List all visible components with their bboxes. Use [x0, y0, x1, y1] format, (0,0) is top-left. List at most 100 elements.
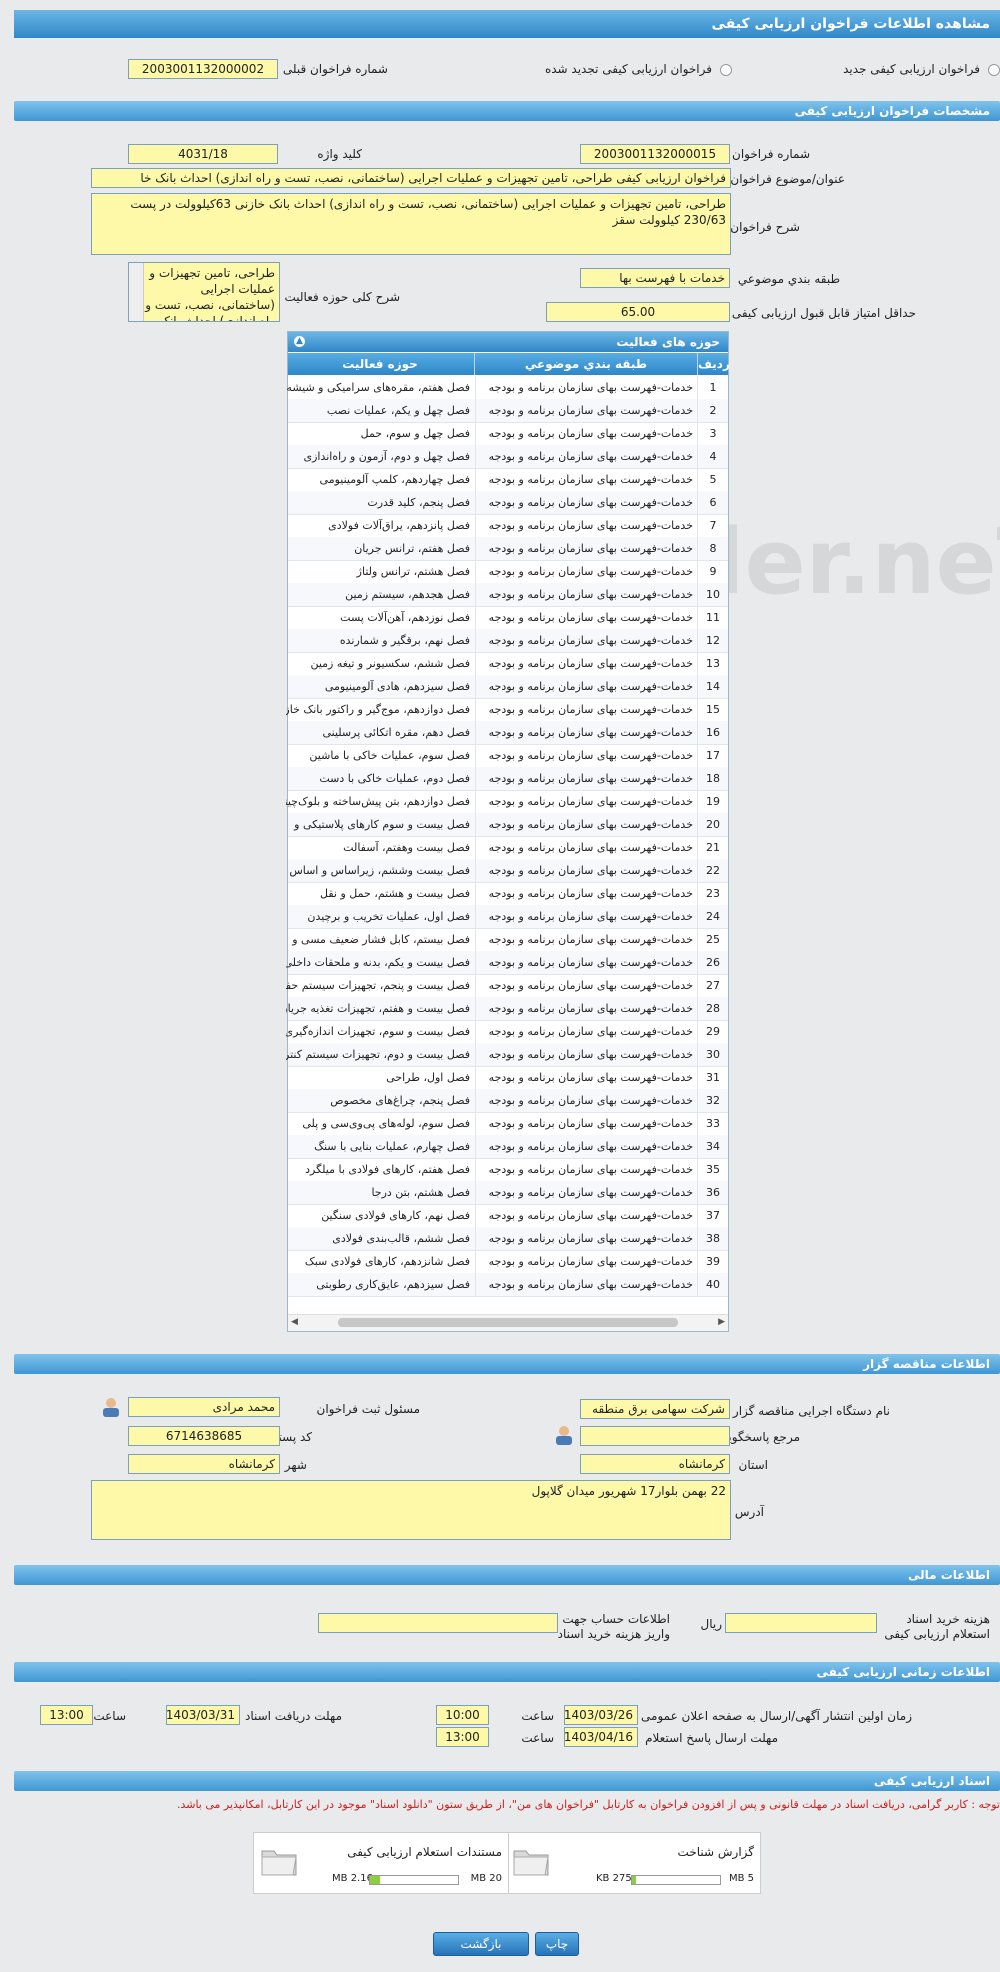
row-number: 21	[697, 836, 728, 859]
file-progress-2	[369, 1875, 459, 1885]
table-row[interactable]: 40 خدمات-فهرست بهای سازمان برنامه و بودجه…	[288, 1273, 728, 1297]
col-row[interactable]: رديف	[697, 353, 730, 375]
scroll-left-icon[interactable]: ◀	[291, 1317, 298, 1327]
table-row[interactable]: 23 خدمات-فهرست بهای سازمان برنامه و بودجه…	[288, 882, 728, 906]
table-row[interactable]: 10 خدمات-فهرست بهای سازمان برنامه و بودجه…	[288, 583, 728, 607]
table-row[interactable]: 34 خدمات-فهرست بهای سازمان برنامه و بودجه…	[288, 1135, 728, 1159]
table-row[interactable]: 19 خدمات-فهرست بهای سازمان برنامه و بودجه…	[286, 790, 728, 814]
row-activity: فصل نهم، کارهای فولادی سنگین	[321, 1209, 470, 1222]
scroll-right-icon[interactable]: ▶	[718, 1317, 725, 1327]
table-row[interactable]: 1 خدمات-فهرست بهای سازمان برنامه و بودجه ف…	[286, 376, 728, 400]
row-number: 30	[697, 1043, 728, 1066]
file-name-2[interactable]: مستندات استعلام ارزیابی کیفی	[347, 1845, 502, 1859]
row-number: 9	[697, 560, 728, 583]
table-row[interactable]: 38 خدمات-فهرست بهای سازمان برنامه و بودجه…	[288, 1227, 728, 1251]
print-button[interactable]: چاپ	[535, 1932, 579, 1956]
table-row[interactable]: 27 خدمات-فهرست بهای سازمان برنامه و بودجه…	[286, 974, 728, 998]
row-category: خدمات-فهرست بهای سازمان برنامه و بودجه	[475, 675, 697, 698]
table-row[interactable]: 7 خدمات-فهرست بهای سازمان برنامه و بودجه ف…	[288, 514, 728, 538]
row-category: خدمات-فهرست بهای سازمان برنامه و بودجه	[475, 859, 697, 882]
col-activity[interactable]: حوزه فعالیت	[286, 353, 474, 375]
row-number: 11	[697, 606, 728, 629]
row-number: 38	[697, 1227, 728, 1250]
row-category: خدمات-فهرست بهای سازمان برنامه و بودجه	[475, 583, 697, 606]
row-category: خدمات-فهرست بهای سازمان برنامه و بودجه	[475, 882, 697, 905]
reference-user-icon[interactable]	[553, 1424, 575, 1446]
table-row[interactable]: 13 خدمات-فهرست بهای سازمان برنامه و بودجه…	[288, 652, 728, 676]
row-number: 14	[697, 675, 728, 698]
table-row[interactable]: 35 خدمات-فهرست بهای سازمان برنامه و بودجه…	[288, 1158, 728, 1182]
activities-grid-columns: رديف طبقه بندي موضوعي حوزه فعالیت	[286, 353, 730, 375]
row-activity: فصل بیست و پنجم، تجهیزات سیستم حفاظت الک…	[286, 979, 470, 992]
table-row[interactable]: 8 خدمات-فهرست بهای سازمان برنامه و بودجه ف…	[288, 537, 728, 561]
user-icon[interactable]	[100, 1396, 122, 1418]
col-category[interactable]: طبقه بندي موضوعي	[474, 353, 697, 375]
row-category: خدمات-فهرست بهای سازمان برنامه و بودجه	[475, 399, 697, 422]
file-name-1[interactable]: گزارش شناخت	[678, 1845, 754, 1859]
table-row[interactable]: 22 خدمات-فهرست بهای سازمان برنامه و بودجه…	[288, 859, 728, 883]
number-label: شماره فراخوان	[732, 147, 810, 161]
row-activity: فصل چهل و سوم، حمل	[360, 427, 470, 440]
table-row[interactable]: 29 خدمات-فهرست بهای سازمان برنامه و بودجه…	[286, 1020, 728, 1044]
row-number: 26	[697, 951, 728, 974]
subject-label: عنوان/موضوع فراخوان	[730, 172, 845, 186]
row-activity: فصل بیستم، کابل فشار ضعیف مسی و	[292, 933, 470, 946]
back-button[interactable]: بازگشت	[433, 1932, 529, 1956]
scroll-thumb[interactable]	[338, 1318, 678, 1327]
table-row[interactable]: 5 خدمات-فهرست بهای سازمان برنامه و بودجه ف…	[288, 468, 728, 492]
table-row[interactable]: 11 خدمات-فهرست بهای سازمان برنامه و بودجه…	[288, 606, 728, 630]
row-category: خدمات-فهرست بهای سازمان برنامه و بودجه	[475, 1227, 697, 1250]
table-row[interactable]: 25 خدمات-فهرست بهای سازمان برنامه و بودجه…	[288, 928, 728, 952]
grid-horizontal-scrollbar[interactable]: ◀ ▶	[288, 1314, 728, 1331]
table-row[interactable]: 32 خدمات-فهرست بهای سازمان برنامه و بودجه…	[288, 1089, 728, 1113]
table-row[interactable]: 37 خدمات-فهرست بهای سازمان برنامه و بودجه…	[288, 1204, 728, 1228]
receive-label: مهلت دریافت اسناد	[244, 1709, 342, 1723]
table-row[interactable]: 31 خدمات-فهرست بهای سازمان برنامه و بودجه…	[288, 1066, 728, 1090]
table-row[interactable]: 30 خدمات-فهرست بهای سازمان برنامه و بودجه…	[286, 1043, 728, 1067]
table-row[interactable]: 9 خدمات-فهرست بهای سازمان برنامه و بودجه ف…	[288, 560, 728, 584]
file-box-2[interactable]: مستندات استعلام ارزیابی کیفی 2.16 MB 20 …	[253, 1832, 509, 1894]
collapse-icon[interactable]: ▲	[294, 336, 305, 347]
row-category: خدمات-فهرست بهای سازمان برنامه و بودجه	[475, 928, 697, 951]
table-row[interactable]: 15 خدمات-فهرست بهای سازمان برنامه و بودجه…	[286, 698, 728, 722]
table-row[interactable]: 17 خدمات-فهرست بهای سازمان برنامه و بودجه…	[288, 744, 728, 768]
row-category: خدمات-فهرست بهای سازمان برنامه و بودجه	[475, 767, 697, 790]
table-row[interactable]: 3 خدمات-فهرست بهای سازمان برنامه و بودجه ف…	[288, 422, 728, 446]
file-max-2: 20 MB	[470, 1873, 502, 1884]
table-row[interactable]: 28 خدمات-فهرست بهای سازمان برنامه و بودجه…	[286, 997, 728, 1021]
table-row[interactable]: 36 خدمات-فهرست بهای سازمان برنامه و بودجه…	[288, 1181, 728, 1205]
table-row[interactable]: 14 خدمات-فهرست بهای سازمان برنامه و بودجه…	[288, 675, 728, 699]
radio-renewed[interactable]	[720, 64, 732, 76]
registrar-label: مسئول ثبت فراخوان	[316, 1402, 421, 1416]
table-row[interactable]: 33 خدمات-فهرست بهای سازمان برنامه و بودجه…	[288, 1112, 728, 1136]
activities-grid-header: حوزه های فعالیت ▲	[288, 332, 728, 352]
table-row[interactable]: 24 خدمات-فهرست بهای سازمان برنامه و بودجه…	[288, 905, 728, 929]
radio-new-label: فراخوان ارزیابی کیفی جدید	[843, 62, 980, 76]
table-row[interactable]: 6 خدمات-فهرست بهای سازمان برنامه و بودجه ف…	[288, 491, 728, 515]
table-row[interactable]: 18 خدمات-فهرست بهای سازمان برنامه و بودجه…	[288, 767, 728, 791]
row-activity: فصل سیزدهم، عایق‌کاری رطوبتی	[316, 1278, 470, 1291]
row-number: 33	[697, 1112, 728, 1135]
table-row[interactable]: 20 خدمات-فهرست بهای سازمان برنامه و بودجه…	[288, 813, 728, 837]
table-row[interactable]: 39 خدمات-فهرست بهای سازمان برنامه و بودجه…	[288, 1250, 728, 1274]
table-row[interactable]: 26 خدمات-فهرست بهای سازمان برنامه و بودجه…	[286, 951, 728, 975]
file-box-1[interactable]: گزارش شناخت 275 KB 5 MB	[505, 1832, 761, 1894]
row-number: 29	[697, 1020, 728, 1043]
row-category: خدمات-فهرست بهای سازمان برنامه و بودجه	[475, 1043, 697, 1066]
table-row[interactable]: 16 خدمات-فهرست بهای سازمان برنامه و بودجه…	[288, 721, 728, 745]
scope-field[interactable]: طراحی، تامین تجهیزات و عملیات اجرایی (سا…	[128, 262, 280, 322]
scope-scrollbar[interactable]	[129, 263, 144, 321]
row-activity: فصل چهارم، عملیات بنایی با سنگ	[314, 1140, 470, 1153]
table-row[interactable]: 21 خدمات-فهرست بهای سازمان برنامه و بودجه…	[288, 836, 728, 860]
table-row[interactable]: 4 خدمات-فهرست بهای سازمان برنامه و بودجه ف…	[288, 445, 728, 469]
radio-new[interactable]	[988, 64, 1000, 76]
row-category: خدمات-فهرست بهای سازمان برنامه و بودجه	[475, 1273, 697, 1296]
table-row[interactable]: 2 خدمات-فهرست بهای سازمان برنامه و بودجه ف…	[288, 399, 728, 423]
row-category: خدمات-فهرست بهای سازمان برنامه و بودجه	[475, 491, 697, 514]
row-number: 37	[697, 1204, 728, 1227]
tenderer-header: اطلاعات مناقصه گزار	[14, 1354, 1000, 1374]
row-category: خدمات-فهرست بهای سازمان برنامه و بودجه	[475, 790, 697, 813]
row-activity: فصل ششم، سکسیونر و تیغه زمین	[310, 657, 470, 670]
keyword-label: کلید واژه	[317, 147, 362, 161]
table-row[interactable]: 12 خدمات-فهرست بهای سازمان برنامه و بودجه…	[288, 629, 728, 653]
